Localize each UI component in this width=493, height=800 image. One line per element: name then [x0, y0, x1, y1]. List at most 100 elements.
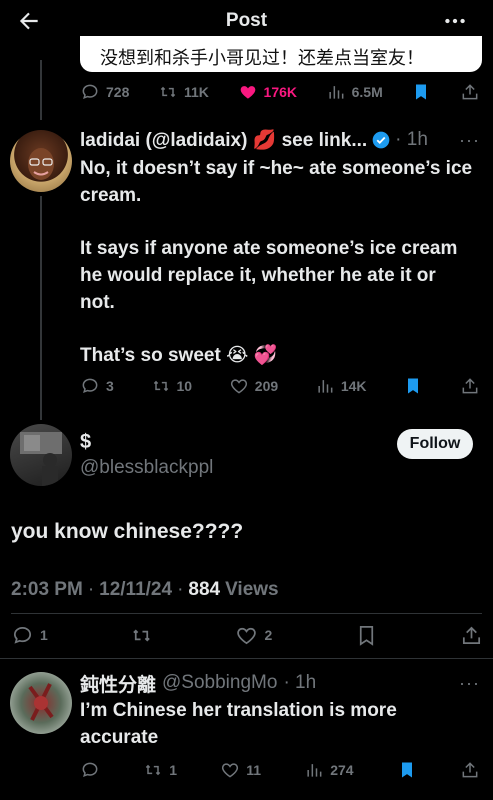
repost-button[interactable]: 11K	[158, 82, 209, 102]
post-time: · 1h	[283, 672, 317, 693]
repost-count: 10	[176, 378, 193, 394]
bookmark-button[interactable]	[397, 760, 417, 780]
bookmark-outline-icon	[359, 625, 373, 646]
views-label: Views	[225, 579, 279, 600]
reply1-action-bar: 3 10 209 14K	[80, 374, 480, 398]
reply-button[interactable]: 3	[80, 376, 114, 396]
avatar-art-icon	[28, 683, 54, 721]
more-options-button[interactable]	[441, 8, 469, 34]
reply-icon	[82, 84, 98, 100]
like-count: 2	[264, 627, 273, 643]
reply-icon	[13, 626, 32, 644]
more-horizontal-icon	[445, 18, 465, 24]
verified-badge-icon	[372, 131, 390, 149]
views-bar-chart-icon	[307, 764, 322, 777]
post-text: I’m Chinese her translation is more accu…	[80, 700, 397, 748]
share-icon	[462, 626, 480, 644]
quoted-post-card[interactable]: 没想到和杀手小哥见过！还差点当室友！	[80, 36, 482, 72]
post-time[interactable]: 2:03 PM	[11, 579, 83, 601]
share-button[interactable]	[460, 624, 483, 647]
heart-outline-icon	[237, 627, 257, 644]
views-count: 884	[188, 579, 221, 600]
post-time: · 1h	[395, 129, 428, 150]
bookmark-filled-icon	[416, 84, 427, 100]
views-count: 14K	[340, 378, 367, 394]
like-button[interactable]: 176K	[238, 82, 297, 102]
views-count: 6.5M	[351, 84, 383, 100]
share-icon	[462, 84, 478, 100]
share-icon	[462, 762, 478, 778]
author-name[interactable]: 鈍性分離	[80, 670, 156, 697]
bookmark-filled-icon	[401, 762, 412, 778]
meta-separator: ·	[177, 579, 184, 600]
bookmark-filled-icon	[408, 378, 419, 394]
bookmark-button[interactable]	[411, 82, 431, 102]
like-button[interactable]: 209	[229, 376, 278, 396]
avatar[interactable]	[10, 672, 72, 734]
page-title: Post	[225, 10, 268, 31]
post-text: you know chinese????	[11, 520, 244, 543]
post-text: No, it doesn’t say if ~he~ ate someone’s…	[80, 158, 473, 206]
heart-filled-icon	[240, 86, 255, 99]
bookmark-button[interactable]	[403, 376, 423, 396]
author-handle[interactable]: @SobbingMo	[162, 672, 277, 694]
views-button[interactable]: 274	[304, 760, 354, 780]
reply1-body: No, it doesn’t say if ~he~ ate someone’s…	[80, 155, 475, 369]
reply1-header: ladidai (@ladidaix) 💋 see link... · 1h ·…	[80, 127, 480, 153]
main-action-bar: 1 2	[11, 622, 483, 648]
reply-icon	[82, 378, 98, 394]
repost-icon	[153, 380, 168, 392]
avatar-face-icon	[28, 148, 54, 180]
author-name[interactable]: ladidai (@ladidaix) 💋 see link...	[80, 128, 367, 152]
author-handle[interactable]: @blessblackppl	[80, 457, 213, 479]
more-options-button[interactable]: ···	[459, 130, 480, 151]
thread-line	[40, 196, 42, 420]
views-button[interactable]: 14K	[315, 376, 367, 396]
repost-count: 1	[169, 762, 177, 778]
repost-button[interactable]: 10	[151, 376, 193, 396]
repost-icon	[160, 86, 176, 98]
share-icon	[462, 378, 478, 394]
more-options-button[interactable]: ···	[459, 673, 480, 694]
avatar[interactable]	[10, 424, 72, 486]
reply2-action-bar: 1 11 274	[80, 758, 480, 782]
reply-button[interactable]	[80, 760, 100, 780]
share-button[interactable]	[460, 376, 480, 396]
divider	[11, 613, 482, 614]
reply-button[interactable]: 1	[11, 624, 48, 647]
views-button[interactable]: 6.5M	[326, 82, 383, 102]
post-meta: 2:03 PM · 12/11/24 · 884 Views	[11, 579, 279, 601]
post1-action-bar: 728 11K 176K 6.5M	[80, 80, 480, 104]
post-date[interactable]: 12/11/24	[99, 579, 172, 601]
like-count: 11	[246, 762, 262, 778]
repost-button[interactable]: 1	[143, 760, 177, 780]
reply-button[interactable]: 728	[80, 82, 129, 102]
like-button[interactable]: 2	[235, 624, 272, 647]
repost-button[interactable]	[130, 624, 153, 647]
repost-icon	[146, 764, 161, 776]
post-text: It says if anyone ate someone’s ice crea…	[80, 238, 458, 313]
post-text: That’s so sweet 😭 💞	[80, 345, 278, 366]
heart-outline-icon	[230, 379, 247, 394]
heart-outline-icon	[222, 763, 239, 778]
reply-count: 1	[40, 627, 48, 643]
like-button[interactable]: 11	[220, 760, 261, 780]
meta-separator: ·	[87, 579, 95, 600]
views-bar-chart-icon	[318, 380, 333, 393]
repost-count: 11K	[183, 84, 209, 100]
thread-line	[40, 60, 42, 120]
reply-count: 728	[106, 84, 130, 100]
share-button[interactable]	[460, 82, 480, 102]
reply2-header: 鈍性分離 @SobbingMo · 1h ···	[80, 670, 480, 697]
avatar[interactable]	[10, 130, 72, 192]
reply-count: 3	[106, 378, 114, 394]
bookmark-button[interactable]	[355, 624, 378, 647]
like-count: 176K	[263, 84, 297, 100]
views-count: 274	[330, 762, 354, 778]
follow-button[interactable]: Follow	[397, 429, 473, 459]
divider	[0, 658, 493, 659]
share-button[interactable]	[460, 760, 480, 780]
avatar-photo-icon	[20, 432, 62, 486]
author-name[interactable]: $	[80, 431, 91, 454]
views-bar-chart-icon	[329, 86, 344, 99]
